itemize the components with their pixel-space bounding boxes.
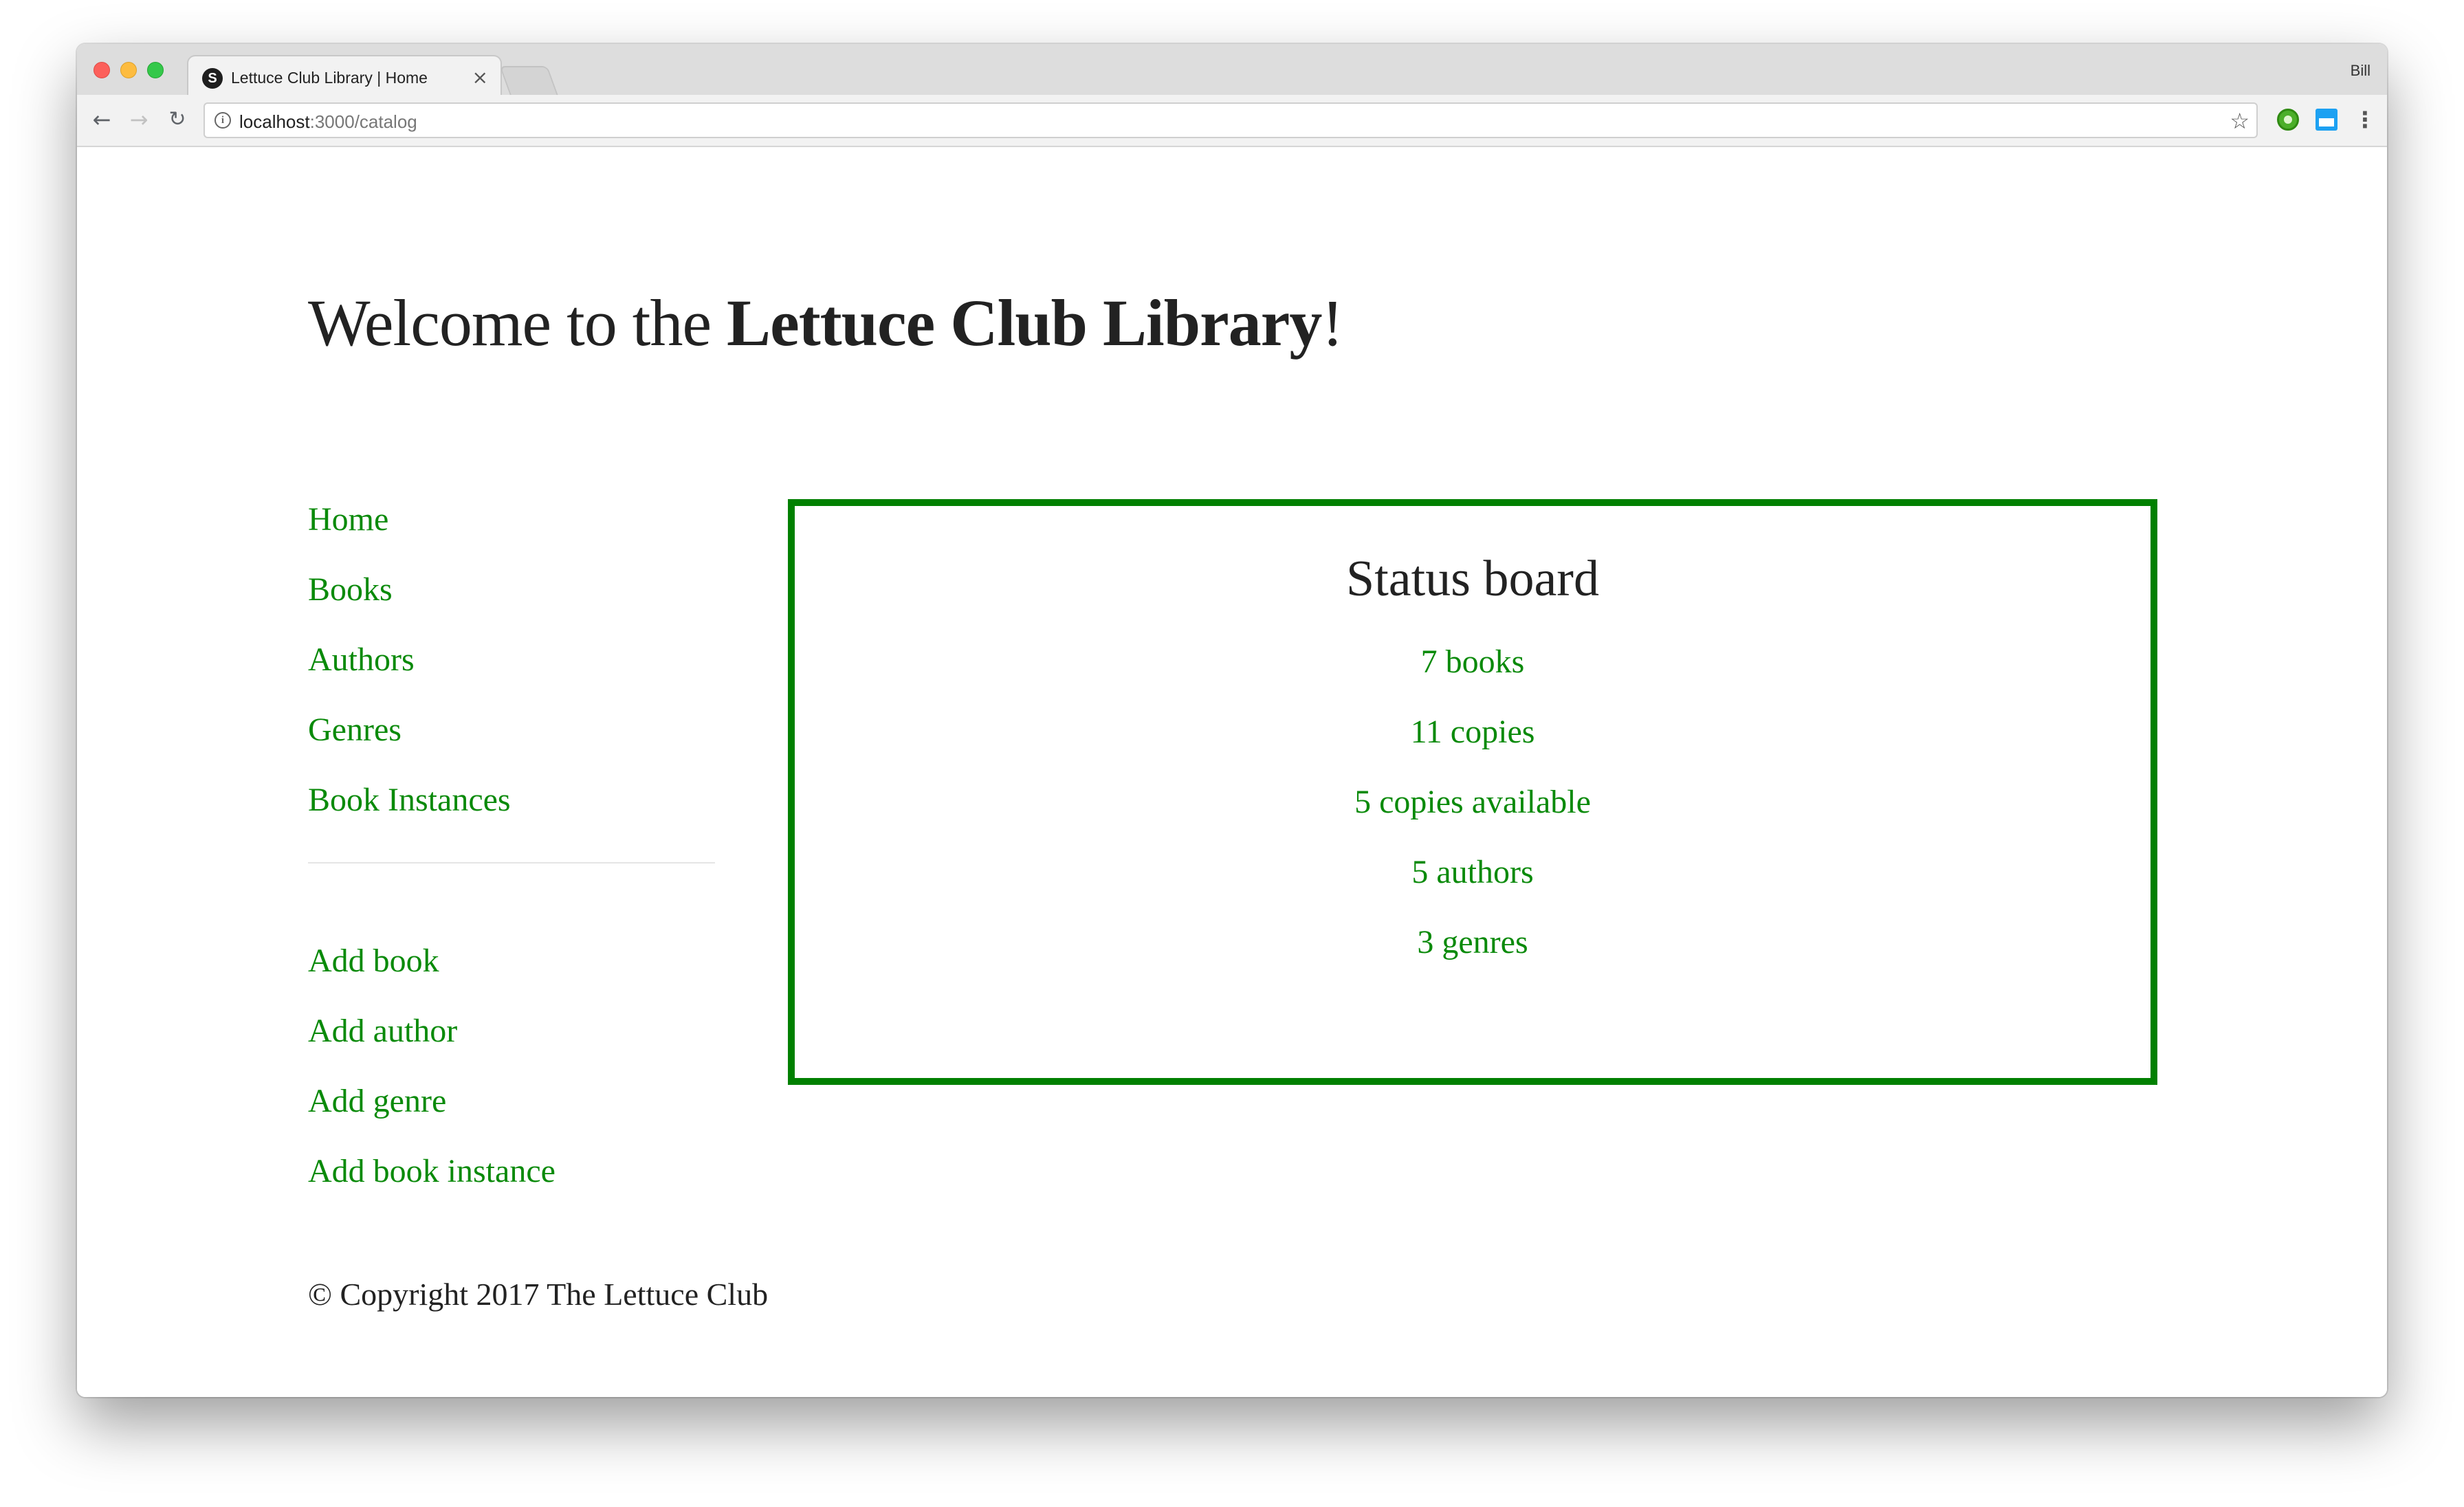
- url-host: localhost: [239, 111, 310, 132]
- sidebar-link-add-book-instance[interactable]: Add book instance: [308, 1151, 715, 1221]
- reload-icon[interactable]: ↻: [164, 106, 191, 133]
- sidebar-divider: [308, 862, 715, 864]
- sidebar-link-book-instances[interactable]: Book Instances: [308, 780, 715, 850]
- address-bar[interactable]: i localhost:3000/catalog ☆: [204, 102, 2258, 138]
- extension-green-icon[interactable]: [2277, 109, 2299, 131]
- sidebar-link-add-author[interactable]: Add author: [308, 1011, 715, 1081]
- status-board: Status board 7 books 11 copies 5 copies …: [788, 499, 2157, 1085]
- forward-arrow-icon[interactable]: →: [125, 106, 153, 133]
- status-item-copies-available[interactable]: 5 copies available: [795, 782, 2150, 852]
- minimize-window-button[interactable]: [120, 62, 137, 78]
- browser-titlebar: S Lettuce Club Library | Home × Bill: [77, 44, 2387, 95]
- sidebar-link-add-genre[interactable]: Add genre: [308, 1081, 715, 1151]
- page-title-bold: Lettuce Club Library: [727, 286, 1322, 360]
- zoom-window-button[interactable]: [147, 62, 164, 78]
- footer-copyright: © Copyright 2017 The Lettuce Club: [308, 1277, 769, 1312]
- page-title-suffix: !: [1321, 286, 1343, 360]
- profile-name[interactable]: Bill: [2351, 62, 2370, 80]
- browser-toolbar: ← → ↻ i localhost:3000/catalog ☆ ⋮: [77, 95, 2387, 147]
- page-content: Welcome to the Lettuce Club Library! Hom…: [77, 148, 2387, 1397]
- status-item-authors[interactable]: 5 authors: [795, 852, 2150, 922]
- back-arrow-icon[interactable]: ←: [88, 106, 116, 133]
- sidebar-link-books[interactable]: Books: [308, 569, 715, 639]
- extension-blue-icon[interactable]: [2316, 109, 2338, 131]
- sidebar-link-genres[interactable]: Genres: [308, 710, 715, 780]
- url-path: :3000/catalog: [309, 111, 417, 132]
- browser-tab-active[interactable]: S Lettuce Club Library | Home ×: [187, 55, 502, 95]
- bookmark-star-icon[interactable]: ☆: [2230, 108, 2250, 134]
- sidebar-link-home[interactable]: Home: [308, 499, 715, 569]
- sidebar-nav: Home Books Authors Genres Book Instances…: [308, 499, 715, 1221]
- status-item-books[interactable]: 7 books: [795, 641, 2150, 712]
- page-title: Welcome to the Lettuce Club Library!: [308, 285, 1343, 361]
- close-tab-icon[interactable]: ×: [472, 66, 488, 89]
- status-board-title: Status board: [1346, 551, 1599, 607]
- status-list: 7 books 11 copies 5 copies available 5 a…: [795, 641, 2150, 992]
- page-title-prefix: Welcome to the: [308, 286, 727, 360]
- tab-title: Lettuce Club Library | Home: [231, 69, 428, 87]
- sidebar-link-add-book[interactable]: Add book: [308, 940, 715, 1011]
- new-tab-button[interactable]: [499, 66, 558, 95]
- sidebar-link-authors[interactable]: Authors: [308, 639, 715, 710]
- site-info-icon[interactable]: i: [214, 112, 231, 129]
- site-favicon-icon: S: [202, 68, 223, 89]
- url-text[interactable]: localhost:3000/catalog: [239, 111, 417, 133]
- browser-menu-icon[interactable]: ⋮: [2354, 104, 2376, 135]
- close-window-button[interactable]: [94, 62, 110, 78]
- status-item-copies[interactable]: 11 copies: [795, 712, 2150, 782]
- status-item-genres[interactable]: 3 genres: [795, 922, 2150, 992]
- browser-window: S Lettuce Club Library | Home × Bill ← →…: [77, 44, 2387, 1397]
